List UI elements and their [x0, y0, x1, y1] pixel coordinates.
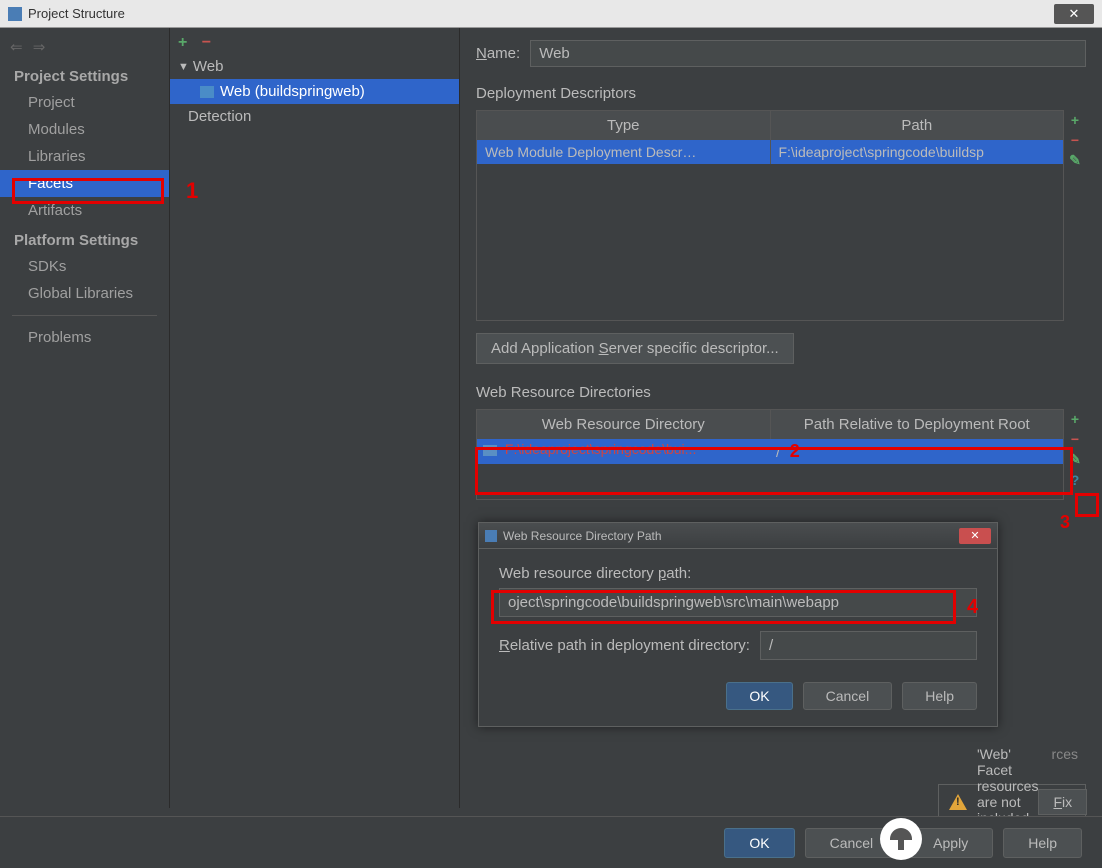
help-button[interactable]: Help	[1003, 828, 1082, 858]
dialog-cancel-button[interactable]: Cancel	[803, 682, 893, 710]
col-path: Path	[771, 111, 1064, 140]
webres-table: Web Resource Directory Path Relative to …	[476, 409, 1064, 500]
name-input[interactable]	[530, 40, 1086, 67]
tree-child-label: Web (buildspringweb)	[220, 83, 365, 100]
tree-root-web[interactable]: ▼ Web	[170, 54, 459, 79]
nav-history: ⇐ ⇒	[0, 34, 169, 60]
nav-back-icon[interactable]: ⇐	[10, 39, 23, 56]
add-server-descriptor-button[interactable]: Add Application Server specific descript…	[476, 333, 794, 364]
cell-webres-dir: F:\ideaproject\springcode\bui...	[477, 439, 770, 464]
cell-rel-path: / 2	[770, 439, 1063, 464]
sidebar-item-facets[interactable]: Facets	[0, 170, 169, 197]
dialog-buttons: OK Cancel Help	[499, 674, 977, 710]
sidebar-item-modules[interactable]: Modules	[0, 116, 169, 143]
warning-bar: 'Web' Facet resources are not included i…	[938, 784, 1086, 820]
table-header: Web Resource Directory Path Relative to …	[477, 410, 1063, 439]
deployment-descriptors-label: Deployment Descriptors	[476, 85, 1086, 102]
table-row[interactable]: F:\ideaproject\springcode\bui... / 2	[477, 439, 1063, 464]
nav-forward-icon[interactable]: ⇒	[33, 39, 46, 56]
cell-type: Web Module Deployment Descr…	[477, 140, 771, 164]
table-header: Type Path	[477, 111, 1063, 140]
ok-button[interactable]: OK	[724, 828, 794, 858]
webres-rel-text: /	[776, 444, 780, 460]
path-input[interactable]	[499, 588, 977, 617]
dialog-ok-button[interactable]: OK	[726, 682, 792, 710]
tree-root-label: Web	[193, 58, 224, 75]
warning-icon	[949, 794, 967, 810]
web-resource-directory-dialog: Web Resource Directory Path ✕ Web resour…	[478, 522, 998, 727]
deployment-table-wrap: Type Path Web Module Deployment Descr… F…	[476, 110, 1086, 321]
tree-child-web-module[interactable]: Web (buildspringweb)	[170, 79, 459, 104]
window-close-button[interactable]: ✕	[1054, 4, 1094, 24]
web-resource-dirs-label: Web Resource Directories	[476, 384, 1086, 401]
remove-facet-icon[interactable]: −	[202, 34, 211, 51]
annotation-1: 1	[186, 178, 198, 204]
deploy-table-actions: + − ✎	[1064, 110, 1086, 321]
cell-path: F:\ideaproject\springcode\buildsp	[771, 140, 1064, 164]
dialog-help-button[interactable]: Help	[902, 682, 977, 710]
remove-descriptor-icon[interactable]: −	[1071, 132, 1079, 148]
sidebar-section-header: Project Settings	[0, 60, 169, 89]
sidebar-item-sdks[interactable]: SDKs	[0, 253, 169, 280]
col-webres-dir: Web Resource Directory	[477, 410, 771, 439]
dialog-titlebar: Web Resource Directory Path ✕	[479, 523, 997, 549]
remove-webres-icon[interactable]: −	[1071, 431, 1079, 447]
tree-toolbar: + −	[170, 32, 459, 54]
folder-icon	[483, 445, 497, 456]
dialog-logo-icon	[485, 530, 497, 542]
col-rel-path: Path Relative to Deployment Root	[771, 410, 1064, 439]
add-webres-icon[interactable]: +	[1071, 411, 1079, 427]
sidebar-item-artifacts[interactable]: Artifacts	[0, 197, 169, 224]
table-row[interactable]: Web Module Deployment Descr… F:\ideaproj…	[477, 140, 1063, 164]
dialog-title: Web Resource Directory Path	[503, 529, 959, 543]
collapse-arrow-icon[interactable]: ▼	[178, 61, 189, 73]
window-title: Project Structure	[28, 6, 125, 21]
sources-label-fragment: rces	[1052, 746, 1078, 762]
table-body[interactable]: F:\ideaproject\springcode\bui... / 2	[477, 439, 1063, 499]
sidebar-divider	[12, 315, 157, 316]
annotation-2: 2	[790, 441, 800, 461]
sidebar-item-global-libraries[interactable]: Global Libraries	[0, 280, 169, 307]
add-facet-icon[interactable]: +	[178, 34, 187, 51]
sidebar: ⇐ ⇒ Project Settings Project Modules Lib…	[0, 28, 170, 808]
annotation-3: 3	[1060, 512, 1070, 533]
sidebar-item-project[interactable]: Project	[0, 89, 169, 116]
web-facet-icon	[200, 86, 214, 98]
sidebar-section-header: Platform Settings	[0, 224, 169, 253]
webres-dir-text: F:\ideaproject\springcode\bui...	[505, 441, 696, 457]
rel-path-row: Relative path in deployment directory:	[499, 631, 977, 660]
annotation-4: 4	[967, 596, 978, 619]
edit-webres-icon[interactable]: ✎	[1069, 451, 1081, 468]
deployment-table: Type Path Web Module Deployment Descr… F…	[476, 110, 1064, 321]
tree-detection[interactable]: Detection	[170, 104, 459, 129]
dialog-body: Web resource directory path: Relative pa…	[479, 549, 997, 726]
webres-table-wrap: Web Resource Directory Path Relative to …	[476, 409, 1086, 500]
fix-button[interactable]: Fix	[1038, 789, 1087, 815]
window-titlebar: Project Structure ✕	[0, 0, 1102, 28]
rel-path-input[interactable]	[760, 631, 977, 660]
path-label: Web resource directory path:	[499, 565, 977, 582]
webres-table-actions: + − ✎ ?	[1064, 409, 1086, 500]
add-descriptor-icon[interactable]: +	[1071, 112, 1079, 128]
watermark-icon	[880, 818, 922, 860]
help-webres-icon[interactable]: ?	[1071, 472, 1080, 488]
dialog-close-button[interactable]: ✕	[959, 528, 991, 544]
sidebar-item-problems[interactable]: Problems	[0, 324, 169, 351]
edit-descriptor-icon[interactable]: ✎	[1069, 152, 1081, 169]
sidebar-item-libraries[interactable]: Libraries	[0, 143, 169, 170]
name-label: Name:	[476, 45, 520, 62]
name-row: Name:	[476, 40, 1086, 67]
rel-path-label: Relative path in deployment directory:	[499, 637, 750, 654]
col-type: Type	[477, 111, 771, 140]
facets-tree-panel: + − ▼ Web Web (buildspringweb) Detection	[170, 28, 460, 808]
bottom-button-bar: OK Cancel Apply Help	[0, 816, 1102, 868]
app-logo-icon	[8, 7, 22, 21]
table-body[interactable]: Web Module Deployment Descr… F:\ideaproj…	[477, 140, 1063, 320]
